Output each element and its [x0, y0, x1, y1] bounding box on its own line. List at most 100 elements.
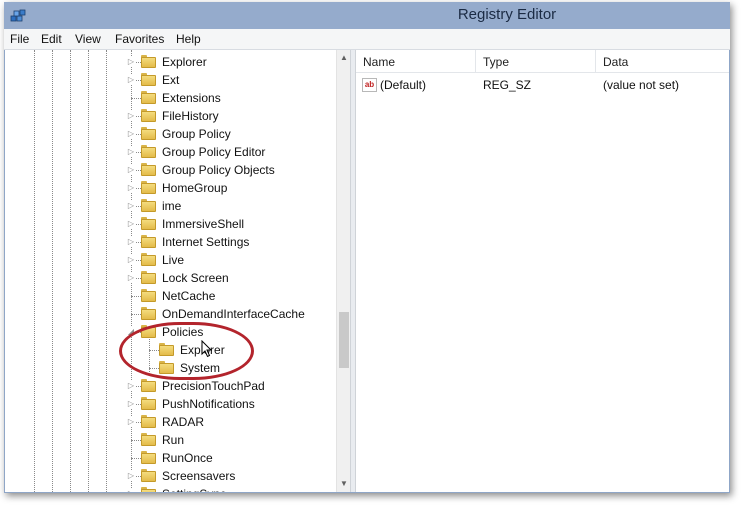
folder-icon	[141, 379, 156, 392]
expand-arrow-icon[interactable]: ▷	[127, 219, 135, 228]
value-type: REG_SZ	[483, 78, 532, 92]
tree-connector	[131, 458, 141, 459]
tree-item-label: RADAR	[162, 415, 205, 429]
expand-arrow-icon[interactable]: ▷	[127, 165, 135, 174]
window-title: Registry Editor	[457, 6, 557, 23]
menu-view[interactable]: View	[75, 32, 101, 46]
tree-item[interactable]: ▷ SettingSync	[5, 485, 335, 492]
folder-icon	[141, 415, 156, 428]
tree-item[interactable]: NetCache	[5, 287, 335, 305]
tree-item-label: ImmersiveShell	[162, 217, 245, 231]
expand-arrow-icon[interactable]: ▷	[127, 75, 135, 84]
expand-arrow-icon[interactable]: ▷	[127, 57, 135, 66]
scroll-down-arrow-icon[interactable]: ▼	[337, 476, 350, 492]
highlight-ellipse	[119, 322, 254, 380]
column-header-data[interactable]: Data	[596, 50, 729, 72]
tree-item-label: SettingSync	[162, 487, 226, 492]
expand-arrow-icon[interactable]: ▷	[127, 273, 135, 282]
tree-item[interactable]: ▷ Screensavers	[5, 467, 335, 485]
registry-editor-window: Registry Editor File Edit View Favorites…	[4, 2, 730, 493]
tree-item[interactable]: ▷ Explorer	[5, 53, 335, 71]
expand-arrow-icon[interactable]: ▷	[127, 471, 135, 480]
tree-item-label: Extensions	[162, 91, 221, 105]
menu-help[interactable]: Help	[176, 32, 201, 46]
tree-item[interactable]: ▷ ImmersiveShell	[5, 215, 335, 233]
folder-icon	[141, 199, 156, 212]
tree-item[interactable]: RunOnce	[5, 449, 335, 467]
expand-arrow-icon[interactable]: ▷	[127, 417, 135, 426]
tree-item-label: Lock Screen	[162, 271, 229, 285]
tree-item-label: OnDemandInterfaceCache	[162, 307, 305, 321]
scroll-thumb[interactable]	[339, 312, 349, 368]
values-list[interactable]: Name Type Data ab (Default) REG_SZ (valu…	[356, 50, 729, 492]
tree-item-label: HomeGroup	[162, 181, 228, 195]
value-data: (value not set)	[603, 78, 680, 92]
tree-item-label: NetCache	[162, 289, 216, 303]
tree-connector	[131, 98, 141, 99]
tree-scrollbar[interactable]: ▲ ▼	[336, 50, 350, 492]
header-divider	[356, 72, 729, 73]
expand-arrow-icon[interactable]: ▷	[127, 255, 135, 264]
expand-arrow-icon[interactable]: ▷	[127, 489, 135, 492]
menu-edit[interactable]: Edit	[41, 32, 62, 46]
folder-icon	[141, 433, 156, 446]
folder-icon	[141, 235, 156, 248]
tree-item-label: Internet Settings	[162, 235, 250, 249]
tree-item[interactable]: ▷ Internet Settings	[5, 233, 335, 251]
expand-arrow-icon[interactable]: ▷	[127, 381, 135, 390]
client-area: ▷ Explorer ▷ Ext Extensions ▷ FileHistory ▷ Grou…	[5, 50, 729, 492]
tree-item[interactable]: Run	[5, 431, 335, 449]
tree-item-label: Explorer	[162, 55, 207, 69]
registry-tree[interactable]: ▷ Explorer ▷ Ext Extensions ▷ FileHistory ▷ Grou…	[5, 50, 350, 492]
folder-icon	[141, 145, 156, 158]
value-name: (Default)	[380, 78, 427, 92]
tree-item-label: PrecisionTouchPad	[162, 379, 265, 393]
tree-item[interactable]: ▷ RADAR	[5, 413, 335, 431]
tree-item-label: ime	[162, 199, 182, 213]
expand-arrow-icon[interactable]: ▷	[127, 201, 135, 210]
tree-item-label: Run	[162, 433, 185, 447]
tree-item[interactable]: OnDemandInterfaceCache	[5, 305, 335, 323]
mouse-pointer-icon	[201, 340, 213, 358]
folder-icon	[141, 91, 156, 104]
tree-item-label: Group Policy	[162, 127, 231, 141]
tree-item[interactable]: ▷ Ext	[5, 71, 335, 89]
tree-item-label: PushNotifications	[162, 397, 255, 411]
tree-item[interactable]: ▷ PushNotifications	[5, 395, 335, 413]
folder-icon	[141, 217, 156, 230]
folder-icon	[141, 289, 156, 302]
tree-item-label: FileHistory	[162, 109, 219, 123]
expand-arrow-icon[interactable]: ▷	[127, 111, 135, 120]
menu-bar: File Edit View Favorites Help	[4, 29, 730, 50]
title-bar[interactable]: Registry Editor	[4, 2, 730, 29]
tree-item[interactable]: ▷ Group Policy Objects	[5, 161, 335, 179]
tree-item-label: Group Policy Editor	[162, 145, 266, 159]
tree-item[interactable]: ▷ Group Policy	[5, 125, 335, 143]
value-row-default[interactable]: ab (Default) REG_SZ (value not set)	[356, 76, 729, 94]
menu-favorites[interactable]: Favorites	[115, 32, 164, 46]
tree-item[interactable]: Extensions	[5, 89, 335, 107]
expand-arrow-icon[interactable]: ▷	[127, 147, 135, 156]
expand-arrow-icon[interactable]: ▷	[127, 237, 135, 246]
folder-icon	[141, 253, 156, 266]
tree-item[interactable]: ▷ HomeGroup	[5, 179, 335, 197]
scroll-up-arrow-icon[interactable]: ▲	[337, 50, 350, 66]
expand-arrow-icon[interactable]: ▷	[127, 399, 135, 408]
folder-icon	[141, 109, 156, 122]
folder-icon	[141, 307, 156, 320]
folder-icon	[141, 271, 156, 284]
tree-item[interactable]: ▷ FileHistory	[5, 107, 335, 125]
expand-arrow-icon[interactable]: ▷	[127, 183, 135, 192]
tree-item-label: Live	[162, 253, 185, 267]
column-header-type[interactable]: Type	[476, 50, 596, 72]
tree-item[interactable]: ▷ ime	[5, 197, 335, 215]
expand-arrow-icon[interactable]: ▷	[127, 129, 135, 138]
column-header-name[interactable]: Name	[356, 50, 476, 72]
tree-item[interactable]: ▷ Live	[5, 251, 335, 269]
tree-item-label: Screensavers	[162, 469, 236, 483]
menu-file[interactable]: File	[10, 32, 29, 46]
folder-icon	[141, 55, 156, 68]
tree-item[interactable]: ▷ Group Policy Editor	[5, 143, 335, 161]
tree-item[interactable]: ▷ Lock Screen	[5, 269, 335, 287]
tree-item-label: RunOnce	[162, 451, 213, 465]
